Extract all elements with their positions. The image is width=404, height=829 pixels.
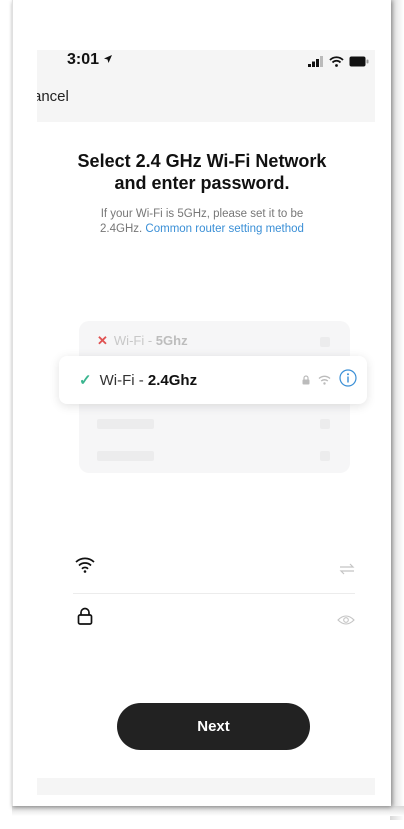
password-field[interactable] <box>73 603 355 635</box>
frame-shadow-bottom <box>12 806 404 816</box>
page-title-line1: Select 2.4 GHz Wi-Fi Network <box>77 151 327 171</box>
page-subtitle: If your Wi-Fi is 5GHz, please set it to … <box>47 207 357 237</box>
lock-icon <box>77 607 93 630</box>
status-bar: 3:01 <box>37 50 375 74</box>
wifi-name-field[interactable] <box>73 553 355 585</box>
network-5g-row: ✕ Wi-Fi - 5Ghz <box>97 333 188 348</box>
network-24g-row: ✓ Wi-Fi - 2.4Ghz <box>79 372 198 389</box>
placeholder-bar <box>97 451 154 461</box>
field-divider <box>73 593 355 594</box>
wifi-icon <box>318 372 331 390</box>
page-title: Select 2.4 GHz Wi-Fi Network and enter p… <box>37 150 367 194</box>
signal-icon <box>308 54 324 72</box>
switch-arrows-icon[interactable] <box>339 562 355 580</box>
subtitle-line1: If your Wi-Fi is 5GHz, please set it to … <box>100 208 304 220</box>
subtitle-line2: 2.4GHz. Common router setting method <box>100 223 304 235</box>
placeholder-square <box>320 451 330 461</box>
placeholder-square <box>320 419 330 429</box>
status-icons <box>308 54 369 72</box>
info-icon[interactable] <box>339 369 357 392</box>
next-button[interactable]: Next <box>117 703 310 750</box>
battery-icon <box>349 54 369 72</box>
eye-icon[interactable] <box>337 613 355 631</box>
network-24g-icons <box>302 369 357 392</box>
status-time: 3:01 <box>67 51 113 69</box>
wifi-icon <box>329 54 344 72</box>
lock-icon <box>302 372 310 390</box>
placeholder-bar <box>97 419 154 429</box>
placeholder-square <box>320 337 330 347</box>
x-mark-icon: ✕ <box>97 333 108 348</box>
cancel-button[interactable]: ancel <box>37 88 69 105</box>
page-title-line2: and enter password. <box>114 173 290 193</box>
location-arrow-icon <box>103 51 113 69</box>
checkmark-icon: ✓ <box>79 372 92 389</box>
nav-bar: ancel <box>37 74 375 122</box>
router-setting-link[interactable]: Common router setting method <box>145 223 304 235</box>
network-24g-card: ✓ Wi-Fi - 2.4Ghz <box>59 356 367 404</box>
bottom-bar <box>37 778 375 795</box>
phone-screen: 3:01 ancel Select 2.4 GHz Wi-Fi Network … <box>37 50 375 795</box>
frame-shadow-right <box>390 0 404 820</box>
wifi-icon <box>75 557 95 578</box>
